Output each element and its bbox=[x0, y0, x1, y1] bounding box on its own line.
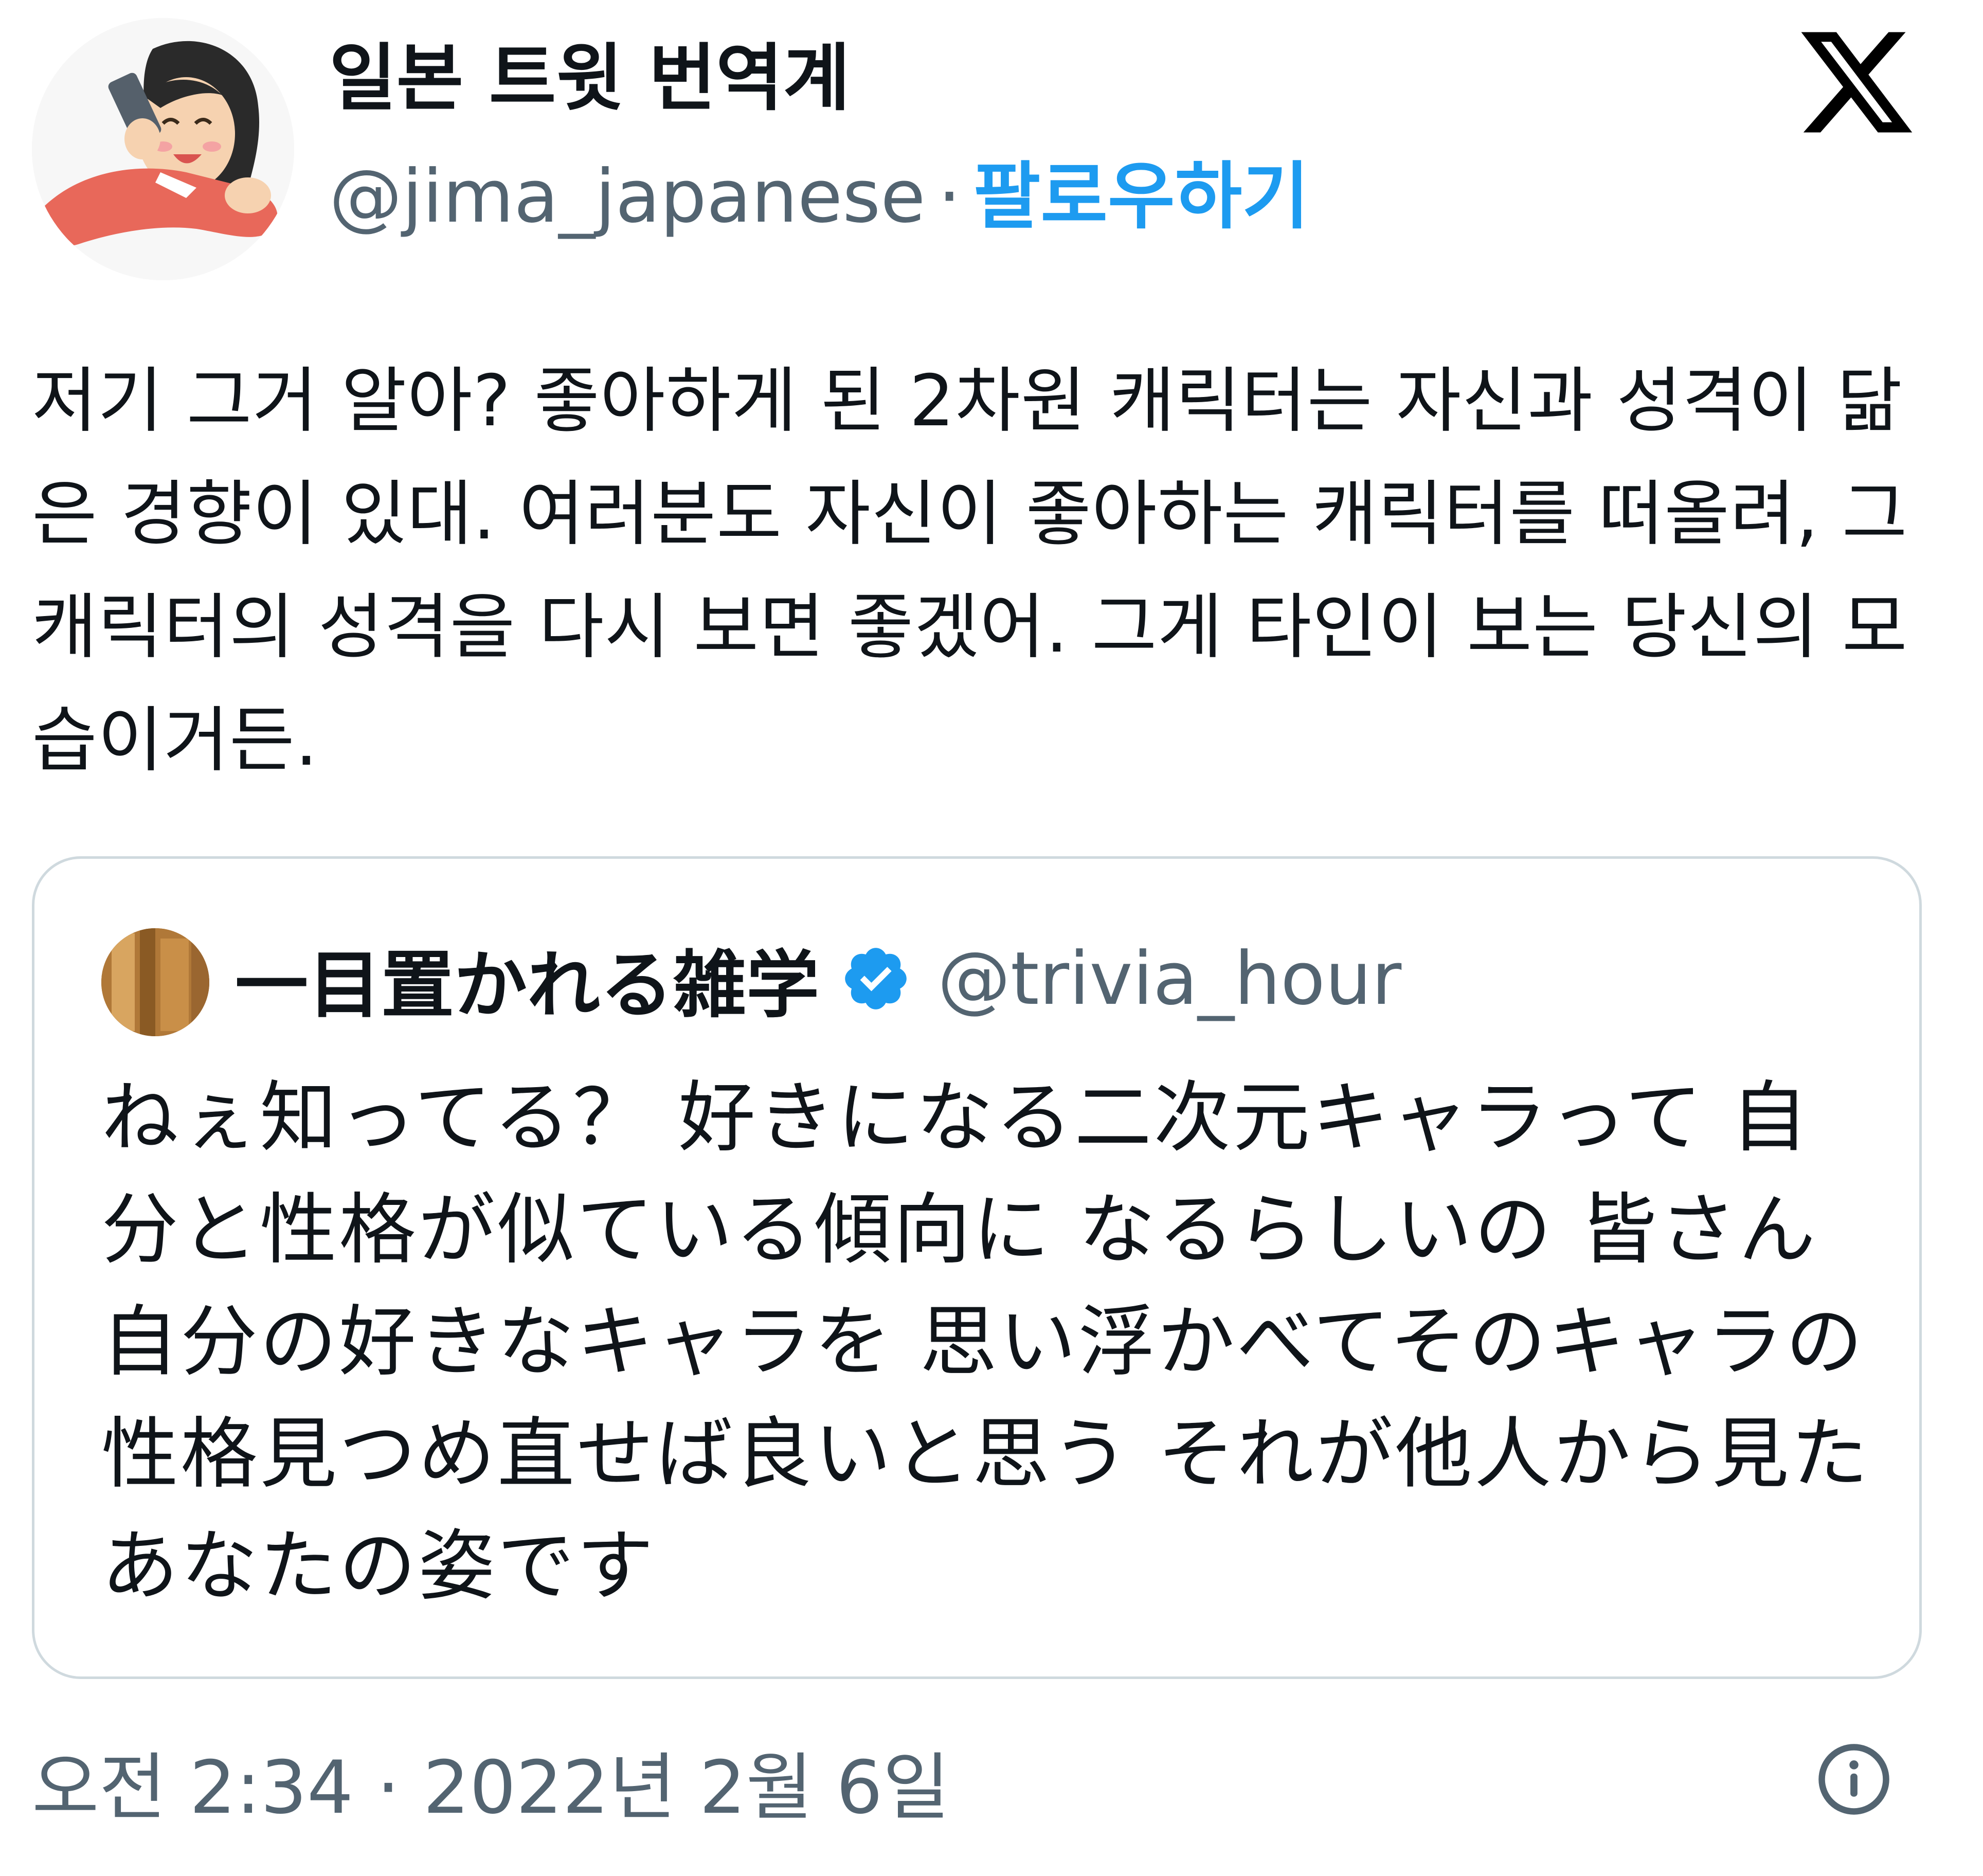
quoted-tweet-text: ねぇ知ってる？ 好きになる二次元キャラって 自分と性格が似ている傾向に なるらし… bbox=[101, 1073, 1870, 1611]
quoted-tweet-header: 一目置かれる雑学 @trivia_hour bbox=[235, 919, 1401, 1038]
quoted-author-handle[interactable]: @trivia_hour bbox=[938, 936, 1401, 1021]
author-handle-row: @jima_japanese · 팔로우하기 bbox=[329, 154, 1309, 239]
x-logo-icon[interactable] bbox=[1795, 21, 1918, 144]
quoted-tweet-card[interactable]: 一目置かれる雑学 @trivia_hour ねぇ知ってる？ 好きになる二次元キャ… bbox=[32, 856, 1922, 1679]
woman-on-phone-illustration bbox=[32, 18, 294, 280]
info-icon[interactable] bbox=[1815, 1741, 1892, 1818]
handle-separator: · bbox=[938, 154, 961, 239]
follow-button[interactable]: 팔로우하기 bbox=[974, 154, 1309, 239]
verified-badge-icon bbox=[840, 943, 912, 1015]
quoted-author-avatar[interactable] bbox=[101, 928, 209, 1036]
quoted-author-name[interactable]: 一目置かれる雑学 bbox=[235, 926, 819, 1032]
tweet-timestamp[interactable]: 오전 2:34 · 2022년 2월 6일 bbox=[32, 1728, 950, 1834]
author-handle[interactable]: @jima_japanese bbox=[329, 154, 926, 239]
author-display-name[interactable]: 일본 트윗 번역계 bbox=[329, 38, 850, 119]
tweet-text: 저기 그거 알아? 좋아하게 된 2차원 캐릭터는 자신과 성격이 닮은 경향이… bbox=[32, 359, 1908, 782]
author-avatar[interactable] bbox=[32, 18, 294, 280]
